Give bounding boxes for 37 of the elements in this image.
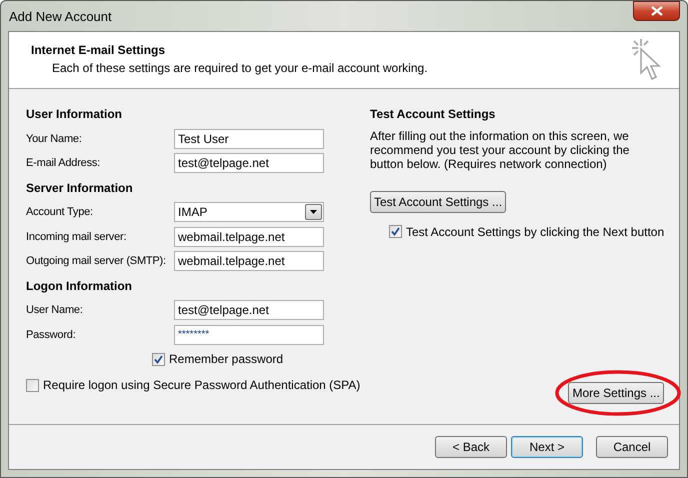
group-heading: User Information (26, 106, 122, 124)
test-account-settings-button[interactable]: Test Account Settings ... (370, 190, 506, 212)
checkmark-icon (154, 354, 163, 364)
field-label: Your Name: (26, 132, 83, 146)
checked-checkbox[interactable] (389, 225, 402, 238)
password-field[interactable]: ******** (174, 324, 324, 345)
text-field[interactable]: webmail.telpage.net (174, 251, 324, 272)
field-label: Incoming mail server: (26, 230, 128, 244)
checkbox-option[interactable]: Require logon using Secure Password Authentication (SPA) (26, 376, 360, 394)
window-title: Add New Account (9, 8, 112, 26)
text-field[interactable]: test@telpage.net (174, 153, 324, 174)
dialog-button[interactable]: < Back (435, 436, 507, 458)
dialog-button[interactable]: Cancel (596, 436, 668, 458)
field-label: Account Type: (26, 205, 94, 220)
section-title: Internet E-mail Settings (31, 42, 166, 59)
group-heading: Logon Information (26, 278, 132, 295)
field-label: User Name: (26, 303, 84, 318)
dialog-button[interactable]: Next > (511, 436, 583, 458)
group-heading: Test Account Settings (370, 106, 496, 124)
field-label: E-mail Address: (26, 156, 102, 171)
text-field[interactable]: Test User (174, 128, 324, 149)
group-heading: Server Information (26, 180, 133, 197)
checkbox[interactable] (26, 378, 39, 392)
close-icon (650, 6, 662, 16)
checkbox-option[interactable]: Test Account Settings by clicking the Next button (389, 222, 664, 240)
more-settings-button[interactable]: More Settings ... (568, 382, 664, 404)
section-subtitle: Each of these settings are required to get your e-mail account working. (52, 60, 428, 77)
text-field[interactable]: webmail.telpage.net (174, 226, 324, 247)
text-field[interactable]: test@telpage.net (174, 300, 324, 320)
account-type-dropdown[interactable]: IMAP (174, 202, 324, 222)
field-label: Password: (26, 328, 77, 342)
test-description: After filling out the information on this screen, we recommend you test your account by clicking the button below. (Requires network connection) (370, 128, 630, 170)
checked-checkbox[interactable] (152, 352, 165, 366)
checkbox-option[interactable]: Remember password (152, 350, 284, 368)
checkmark-icon (391, 227, 400, 236)
field-label: Outgoing mail server (SMTP): (26, 254, 167, 269)
close-button[interactable] (633, 1, 680, 21)
